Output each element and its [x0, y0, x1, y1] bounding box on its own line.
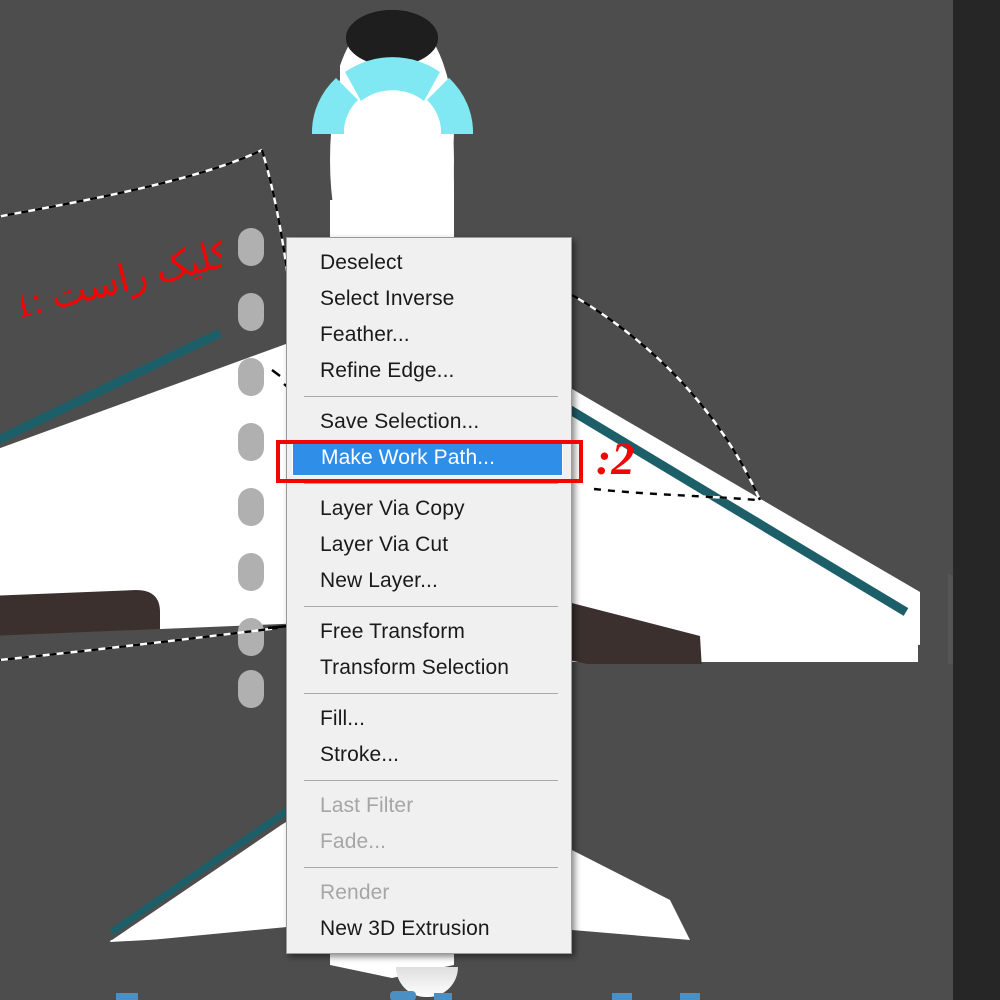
menu-item-stroke[interactable]: Stroke... — [287, 737, 571, 773]
bottom-text-fragment — [434, 993, 452, 1000]
annotation-step1-right-click: کلیک راست :1 — [22, 238, 222, 318]
menu-item-transform-selection[interactable]: Transform Selection — [287, 650, 571, 686]
bottom-text-fragment — [680, 993, 700, 1000]
menu-item-feather[interactable]: Feather... — [287, 317, 571, 353]
menu-separator — [304, 483, 558, 484]
bottom-text-fragment — [390, 991, 416, 1000]
menu-item-save-selection[interactable]: Save Selection... — [287, 404, 571, 440]
menu-item-layer-via-copy[interactable]: Layer Via Copy — [287, 491, 571, 527]
menu-separator — [304, 606, 558, 607]
menu-separator — [304, 693, 558, 694]
context-menu[interactable]: Deselect Select Inverse Feather... Refin… — [286, 237, 572, 954]
annotation-step1-text: کلیک راست :1 — [22, 238, 222, 318]
bottom-text-fragment — [612, 993, 632, 1000]
menu-item-render: Render — [320, 881, 390, 904]
right-panel-strip[interactable] — [953, 0, 1000, 1000]
menu-item-fade: Fade... — [320, 830, 387, 853]
menu-item-deselect[interactable]: Deselect — [287, 245, 571, 281]
menu-item-free-transform[interactable]: Free Transform — [287, 614, 571, 650]
menu-item-new-3d-extrusion[interactable]: New 3D Extrusion — [287, 911, 571, 947]
menu-separator — [304, 780, 558, 781]
annotation-step2-text: :2 — [596, 433, 635, 484]
annotation-highlight-box — [276, 440, 583, 483]
menu-separator — [304, 867, 558, 868]
menu-separator — [304, 396, 558, 397]
menu-item-last-filter: Last Filter — [320, 794, 414, 817]
menu-item-select-inverse[interactable]: Select Inverse — [287, 281, 571, 317]
menu-item-refine-edge[interactable]: Refine Edge... — [287, 353, 571, 389]
bottom-text-fragment — [116, 993, 138, 1000]
menu-item-new-layer[interactable]: New Layer... — [287, 563, 571, 599]
photoshop-screenshot: کلیک راست :1 Deselect Select Inverse Fea… — [0, 0, 1000, 1000]
menu-item-fill[interactable]: Fill... — [287, 701, 571, 737]
menu-item-layer-via-cut[interactable]: Layer Via Cut — [287, 527, 571, 563]
